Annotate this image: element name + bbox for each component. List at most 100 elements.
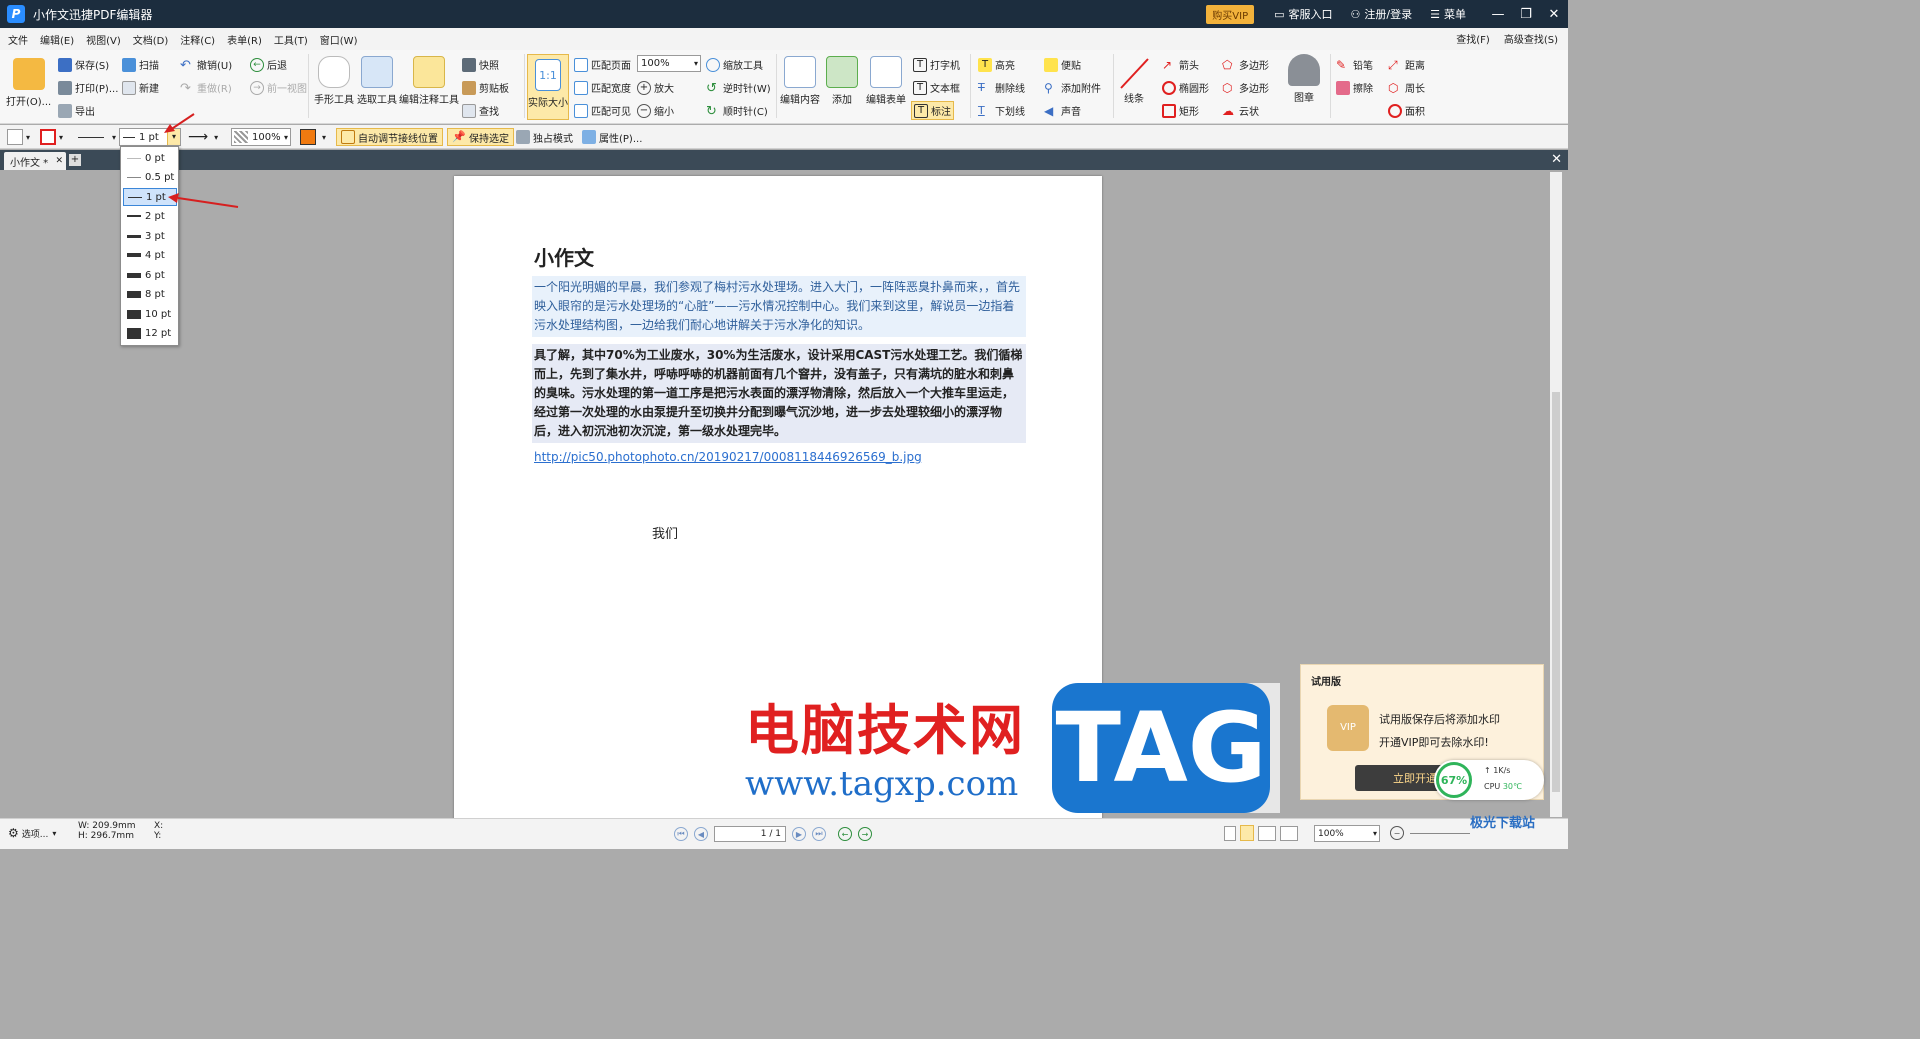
rectangle-button[interactable]: 矩形 — [1162, 103, 1199, 118]
open-button[interactable]: 打开(O)... — [6, 58, 51, 108]
sound-button[interactable]: ◀ 声音 — [1044, 103, 1081, 119]
hand-tool-button[interactable]: 手形工具 — [314, 56, 354, 106]
dropdown-option[interactable]: 6 pt — [123, 266, 177, 284]
close-document-icon[interactable]: ✕ — [1551, 152, 1562, 167]
edit-content-button[interactable]: 编辑内容 — [780, 56, 820, 106]
polygon-button[interactable]: ⬠ 多边形 — [1222, 57, 1269, 73]
next-page-icon[interactable]: ▶ — [792, 827, 806, 841]
export-button[interactable]: 导出 — [58, 103, 95, 118]
dropdown-option[interactable]: 3 pt — [123, 227, 177, 245]
advanced-find-button[interactable]: 高级查找(S) — [1504, 31, 1558, 46]
cloud-button[interactable]: ☁ 云状 — [1222, 103, 1259, 119]
snapshot-button[interactable]: 快照 — [462, 57, 499, 72]
last-page-icon[interactable]: ⏭ — [812, 827, 826, 841]
attach-button[interactable]: ⚲ 添加附件 — [1044, 80, 1101, 96]
menu-comment[interactable]: 注释(C) — [180, 32, 215, 47]
strikeout-button[interactable]: T 删除线 — [978, 80, 1025, 96]
properties-button[interactable]: 属性(P)... — [582, 128, 642, 146]
perimeter-button[interactable]: ⬡ 周长 — [1388, 80, 1425, 96]
tab-document[interactable]: 小作文 * ✕ — [4, 152, 66, 170]
redo-button[interactable]: ↷ 重做(R) — [180, 80, 232, 96]
buy-vip-button[interactable]: 购买VIP — [1206, 4, 1255, 24]
dropdown-option[interactable]: 8 pt — [123, 285, 177, 303]
menu-tools[interactable]: 工具(T) — [274, 32, 308, 47]
vertical-scrollbar[interactable] — [1550, 172, 1562, 817]
prev-page-icon[interactable]: ◀ — [694, 827, 708, 841]
undo-button[interactable]: ↶ 撤销(U) — [180, 57, 232, 73]
dropdown-option[interactable]: 10 pt — [123, 305, 177, 323]
paragraph-2[interactable]: 具了解，其中70%为工业废水，30%为生活废水，设计采用CAST污水处理工艺。我… — [532, 344, 1026, 443]
minimize-button[interactable]: — — [1484, 7, 1512, 22]
area-button[interactable]: 面积 — [1388, 103, 1425, 118]
rotate-ccw-button[interactable]: ↺ 逆时针(W) — [706, 80, 771, 96]
prev-view-button[interactable]: → 前一视图 — [250, 80, 307, 95]
textbox-button[interactable]: T 文本框 — [913, 80, 960, 95]
distance-button[interactable]: ⤢ 距离 — [1388, 57, 1425, 73]
keep-selected-toggle[interactable]: 📌 保持选定 — [447, 128, 514, 146]
zoom-tool-button[interactable]: 缩放工具 — [706, 57, 763, 72]
continuous-page-icon[interactable] — [1240, 825, 1254, 841]
find-menu-button[interactable]: 查找(F) — [1456, 31, 1490, 46]
exclusive-mode-toggle[interactable]: 独占模式 — [516, 128, 573, 146]
opacity-select[interactable]: 100% ▾ — [231, 128, 291, 146]
note-button[interactable]: 便贴 — [1044, 57, 1081, 72]
line-button[interactable]: 线条 — [1118, 56, 1150, 105]
arrow-button[interactable]: ↗ 箭头 — [1162, 57, 1199, 73]
highlight-button[interactable]: T 高亮 — [978, 57, 1015, 72]
zoom-select[interactable]: 100% ▾ — [637, 55, 701, 72]
menu-form[interactable]: 表单(R) — [227, 32, 262, 47]
back-view-icon[interactable]: ← — [838, 827, 852, 841]
continuous-facing-icon[interactable] — [1280, 825, 1298, 841]
facing-pages-icon[interactable] — [1258, 825, 1276, 841]
dropdown-option[interactable]: 4 pt — [123, 246, 177, 264]
eraser-button[interactable]: 擦除 — [1336, 80, 1373, 95]
stroke-color-picker[interactable]: ▾ — [40, 128, 63, 146]
menu-file[interactable]: 文件 — [8, 32, 28, 47]
zoom-out-icon[interactable]: − — [1390, 826, 1404, 840]
scrollbar-thumb[interactable] — [1552, 392, 1560, 792]
system-monitor-widget[interactable]: 67% ↑ 1K/s CPU 30℃ — [1434, 760, 1544, 800]
single-page-icon[interactable] — [1224, 825, 1236, 841]
text-block[interactable]: 我们 — [652, 523, 678, 542]
polyline-button[interactable]: ⬡ 多边形 — [1222, 80, 1269, 96]
auto-adjust-connector-toggle[interactable]: 自动调节接线位置 — [336, 128, 443, 146]
select-tool-button[interactable]: 选取工具 — [357, 56, 397, 106]
maximize-button[interactable]: ❐ — [1512, 7, 1540, 22]
zoom-slider[interactable]: − — [1390, 826, 1470, 840]
close-button[interactable]: ✕ — [1540, 7, 1568, 22]
menu-window[interactable]: 窗口(W) — [320, 32, 358, 47]
menu-view[interactable]: 视图(V) — [86, 32, 121, 47]
fit-page-button[interactable]: 匹配页面 — [574, 57, 631, 72]
options-button[interactable]: ⚙ 选项... ▾ — [8, 826, 56, 840]
zoom-out-button[interactable]: − 缩小 — [637, 103, 674, 118]
forward-view-icon[interactable]: → — [858, 827, 872, 841]
menu-edit[interactable]: 编辑(E) — [40, 32, 74, 47]
style-color-picker[interactable]: ▾ — [300, 128, 326, 146]
fit-width-button[interactable]: 匹配宽度 — [574, 80, 631, 95]
fit-visible-button[interactable]: 匹配可见 — [574, 103, 631, 118]
stamp-button[interactable]: 图章 — [1288, 54, 1320, 104]
zoom-slider-track[interactable] — [1410, 832, 1470, 834]
actual-size-button[interactable]: 1:1 实际大小 — [527, 54, 569, 120]
dropdown-option[interactable]: 12 pt — [123, 324, 177, 342]
login-link[interactable]: ⚇ 注册/登录 — [1351, 6, 1413, 22]
dropdown-option[interactable]: 0 pt — [123, 149, 177, 167]
dropdown-option[interactable]: 0.5 pt — [123, 168, 177, 186]
callout-button[interactable]: T 标注 — [911, 101, 954, 120]
paragraph-1[interactable]: 一个阳光明媚的早晨，我们参观了梅村污水处理场。进入大门，一阵阵恶臭扑鼻而来，，首… — [532, 276, 1026, 337]
scan-button[interactable]: 扫描 — [122, 57, 159, 72]
rotate-cw-button[interactable]: ↻ 顺时针(C) — [706, 103, 768, 119]
pencil-button[interactable]: ✎ 铅笔 — [1336, 57, 1373, 73]
ellipse-button[interactable]: 椭圆形 — [1162, 80, 1209, 95]
back-button[interactable]: ← 后退 — [250, 57, 287, 72]
status-zoom-select[interactable]: 100% ▾ — [1314, 825, 1380, 842]
fill-color-picker[interactable]: ▾ — [7, 128, 30, 146]
typewriter-button[interactable]: T 打字机 — [913, 57, 960, 72]
image-link[interactable]: http://pic50.photophoto.cn/20190217/0008… — [534, 450, 922, 464]
service-link[interactable]: ▭ 客服入口 — [1274, 6, 1332, 22]
line-style-select[interactable]: ▾ — [78, 128, 116, 146]
zoom-in-button[interactable]: + 放大 — [637, 80, 674, 95]
edit-form-button[interactable]: 编辑表单 — [866, 56, 906, 106]
menu-button[interactable]: ☰ 菜单 — [1430, 6, 1466, 22]
close-tab-icon[interactable]: ✕ — [55, 156, 66, 166]
